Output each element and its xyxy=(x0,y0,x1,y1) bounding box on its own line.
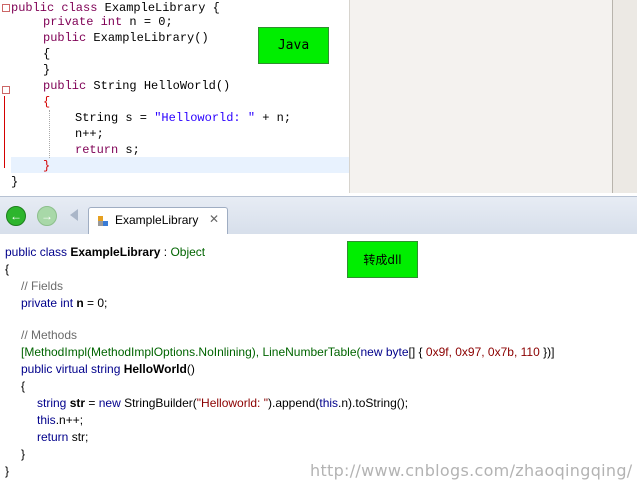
keyword: this xyxy=(319,396,339,410)
close-icon[interactable]: ✕ xyxy=(209,212,219,226)
code-text: ; xyxy=(165,15,173,29)
fold-icon[interactable] xyxy=(2,4,10,12)
code-line: String s = "Helloworld: " + n; xyxy=(75,110,291,126)
code-text: ExampleLibrary() xyxy=(93,31,209,45)
comment-line: // Methods xyxy=(21,328,78,342)
keyword: public xyxy=(43,31,94,45)
fold-icon[interactable] xyxy=(2,86,10,94)
code-text: () xyxy=(186,362,195,376)
editor-scroll-region[interactable] xyxy=(612,0,637,193)
code-line: { xyxy=(5,262,10,276)
attribute[interactable]: [MethodImpl(MethodImplOptions.NoInlining… xyxy=(21,345,361,359)
indent-guide xyxy=(49,110,51,158)
code-line: { xyxy=(43,95,51,109)
keyword: string xyxy=(37,396,70,410)
keyword: new xyxy=(98,396,121,410)
code-text: str; xyxy=(71,430,89,444)
code-text: ).append( xyxy=(267,396,320,410)
arrow-right-icon: → xyxy=(41,209,53,223)
keyword: return xyxy=(75,143,126,157)
watermark-text: http://www.cnblogs.com/zhaoqingqing/ xyxy=(310,461,633,480)
field-name: n xyxy=(76,296,84,310)
decompiled-code-area[interactable]: public class ExampleLibrary : Object { /… xyxy=(0,234,637,489)
code-text: ExampleLibrary { xyxy=(104,1,220,15)
keyword: public class xyxy=(5,245,71,259)
keyword: public class xyxy=(11,1,105,15)
code-line: string str = new StringBuilder("Hellowor… xyxy=(37,395,408,412)
code-line: public virtual string HelloWorld() xyxy=(21,361,195,378)
dll-label-badge: 转成dll xyxy=(347,241,418,278)
comment-line: // Fields xyxy=(21,279,64,293)
editor-side-panel xyxy=(349,0,612,193)
code-text: = 0; xyxy=(83,296,108,310)
keyword: byte xyxy=(385,345,409,359)
keyword: public virtual xyxy=(21,362,92,376)
back-button[interactable]: ← xyxy=(6,206,26,226)
string-literal: "Helloworld: " xyxy=(154,111,256,125)
code-text: [] { xyxy=(408,345,426,359)
code-line: public ExampleLibrary() xyxy=(43,30,209,46)
code-line: } xyxy=(11,175,19,189)
code-text: String s = xyxy=(75,111,155,125)
code-line: { xyxy=(43,47,51,61)
keyword: new xyxy=(360,345,383,359)
class-icon xyxy=(98,216,108,226)
keyword: string xyxy=(91,362,121,376)
code-text: = xyxy=(85,396,99,410)
triangle-left-icon xyxy=(70,209,78,221)
code-line: private int n = 0; xyxy=(21,295,107,312)
class-name: ExampleLibrary xyxy=(70,245,161,259)
code-text: + n; xyxy=(255,111,292,125)
code-text: String HelloWorld() xyxy=(93,79,231,93)
code-line: } xyxy=(21,447,26,461)
java-editor[interactable]: public class ExampleLibrary { private in… xyxy=(0,0,637,193)
decompiler-toolbar: ← → ExampleLibrary ✕ xyxy=(0,196,637,235)
keyword: public xyxy=(43,79,94,93)
type-name[interactable]: Object xyxy=(170,245,205,259)
code-line: } xyxy=(5,464,10,478)
code-line: private int n = 0; xyxy=(43,14,173,30)
tab-label: ExampleLibrary xyxy=(115,213,199,227)
java-label-badge: Java xyxy=(258,27,329,64)
fold-guide xyxy=(4,96,5,168)
keyword: this xyxy=(37,413,56,427)
code-line: } xyxy=(43,159,51,173)
code-line: } xyxy=(43,63,51,77)
keyword: return xyxy=(37,430,72,444)
number: 0x9f, 0x97, 0x7b, 110 xyxy=(425,345,540,359)
code-line: public String HelloWorld() xyxy=(43,78,230,94)
code-text: n = xyxy=(129,15,159,29)
string-literal: "Helloworld: " xyxy=(196,396,268,410)
code-line: [MethodImpl(MethodImplOptions.NoInlining… xyxy=(21,344,554,361)
keyword: private int xyxy=(21,296,77,310)
code-text: : xyxy=(160,245,171,259)
code-line: return s; xyxy=(75,142,140,158)
keyword: private int xyxy=(43,15,130,29)
arrow-left-icon: ← xyxy=(10,209,22,223)
code-text: StringBuilder( xyxy=(120,396,197,410)
code-text: .n++; xyxy=(55,413,84,427)
code-text: .n).toString(); xyxy=(338,396,409,410)
code-line: public class ExampleLibrary : Object xyxy=(5,244,205,261)
code-line: return str; xyxy=(37,429,88,446)
code-line: this.n++; xyxy=(37,412,83,429)
variable-name: str xyxy=(69,396,86,410)
code-text: })] xyxy=(539,345,555,359)
tab-examplelibrary[interactable]: ExampleLibrary ✕ xyxy=(88,207,228,234)
code-text: s; xyxy=(125,143,140,157)
forward-button[interactable]: → xyxy=(37,206,57,226)
method-name: HelloWorld xyxy=(123,362,187,376)
code-line: { xyxy=(21,379,26,393)
editor-gutter[interactable] xyxy=(0,0,10,193)
code-line: n++; xyxy=(75,127,104,141)
